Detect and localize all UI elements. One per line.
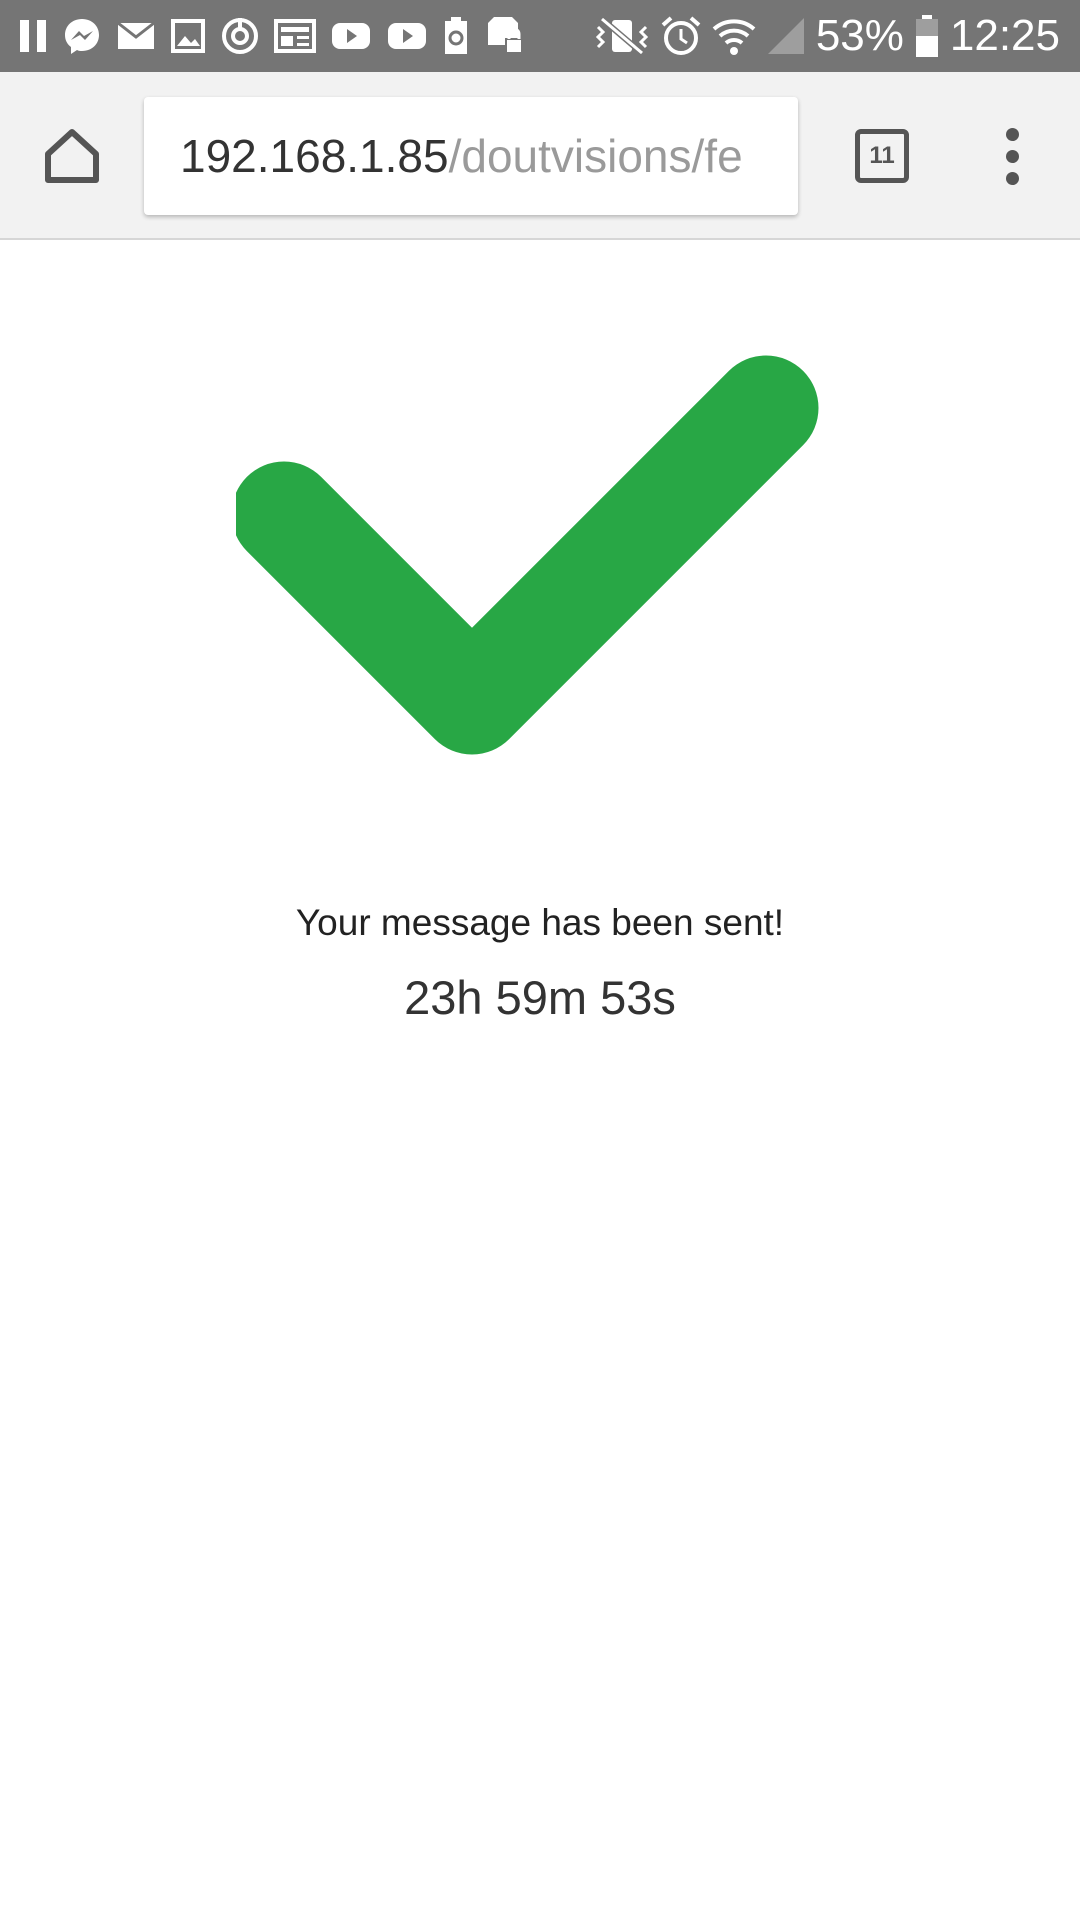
wifi-icon (712, 19, 756, 55)
clock: 12:25 (949, 11, 1060, 60)
messenger-icon (65, 19, 99, 54)
home-button[interactable] (40, 124, 104, 188)
mail-icon (117, 21, 155, 49)
battery-percent: 53% (815, 11, 904, 60)
youtube-icon (388, 23, 426, 49)
system-icons: 53% 12:25 (594, 10, 1060, 62)
more-vert-icon[interactable] (992, 124, 1032, 188)
youtube-icon (332, 23, 370, 49)
pause-icon (20, 20, 46, 52)
sd-card-icon (488, 17, 523, 54)
battery-saver-icon (445, 17, 467, 54)
notification-icons (18, 14, 524, 58)
image-icon (171, 19, 205, 53)
news-icon (274, 19, 316, 53)
address-bar[interactable]: 192.168.1.85/doutvisions/fe (144, 97, 798, 215)
checkmark-icon (236, 355, 819, 755)
vibrate-icon (595, 16, 648, 56)
sync-icon (222, 18, 258, 54)
url-host: 192.168.1.85 (180, 130, 449, 182)
home-icon (45, 129, 99, 183)
tab-switcher-button[interactable]: 11 (855, 129, 909, 183)
url-path: /doutvisions/fe (448, 130, 743, 182)
battery-icon (915, 15, 938, 57)
alarm-icon (661, 16, 701, 55)
cell-signal-icon (767, 18, 804, 54)
countdown-timer: 23h 59m 53s (404, 971, 676, 1024)
status-bar: 53% 12:25 (0, 0, 1080, 72)
browser-toolbar: 192.168.1.85/doutvisions/fe 11 (0, 72, 1080, 240)
success-message: Your message has been sent! (295, 902, 785, 943)
